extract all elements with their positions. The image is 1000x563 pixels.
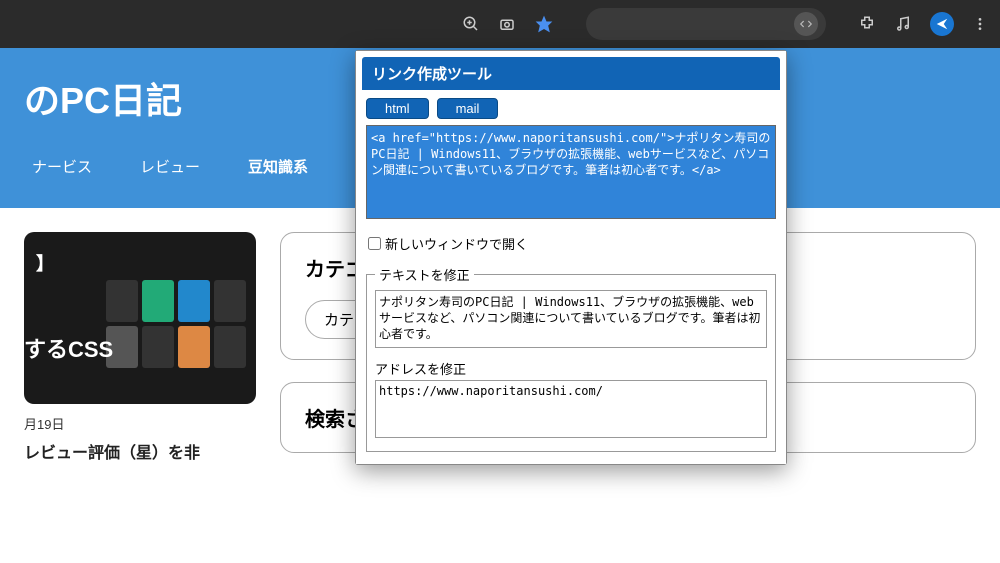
browser-toolbar: [0, 0, 1000, 48]
url-label: アドレスを修正: [375, 359, 767, 378]
tab-html[interactable]: html: [366, 98, 429, 119]
star-icon[interactable]: [534, 14, 554, 34]
extensions-icon[interactable]: [858, 15, 876, 33]
toolbar-action-group: [462, 14, 554, 34]
edit-fieldset: テキストを修正 アドレスを修正: [366, 265, 776, 452]
url-edit-textarea[interactable]: [375, 380, 767, 438]
nav-item-review[interactable]: レビュー: [140, 156, 200, 177]
address-bar[interactable]: [586, 8, 826, 40]
new-window-label: 新しいウィンドウで開く: [385, 234, 528, 253]
text-edit-textarea[interactable]: [375, 290, 767, 348]
post-title: レビュー評価（星）を非: [24, 439, 256, 463]
thumb-mosaic: [106, 280, 246, 368]
new-window-row: 新しいウィンドウで開く: [358, 230, 784, 261]
html-output-wrap: [366, 125, 776, 224]
html-output-textarea[interactable]: [366, 125, 776, 219]
tab-mail[interactable]: mail: [437, 98, 499, 119]
code-ext-icon[interactable]: [794, 12, 818, 36]
post-date: 月19日: [24, 414, 256, 433]
thumb-css-label: するCSS: [24, 332, 113, 364]
music-icon[interactable]: [894, 15, 912, 33]
new-window-checkbox[interactable]: [368, 237, 381, 250]
profile-icon[interactable]: [930, 12, 954, 36]
post-thumbnail: 】 するCSS: [24, 232, 256, 404]
post-card[interactable]: 】 するCSS 月19日 レビュー評価（星）を非: [24, 232, 256, 463]
zoom-icon[interactable]: [462, 15, 480, 33]
nav-item-service[interactable]: ナービス: [32, 156, 92, 177]
toolbar-right-group: [858, 12, 988, 36]
menu-icon[interactable]: [972, 16, 988, 32]
text-legend: テキストを修正: [375, 265, 474, 284]
camera-icon[interactable]: [498, 15, 516, 33]
thumb-top-label: 】: [36, 250, 54, 276]
link-creator-popup: リンク作成ツール html mail 新しいウィンドウで開く テキストを修正 ア…: [355, 50, 787, 465]
nav-item-tips[interactable]: 豆知識系: [248, 156, 308, 177]
popup-title: リンク作成ツール: [362, 57, 780, 90]
popup-tabs: html mail: [358, 94, 784, 123]
